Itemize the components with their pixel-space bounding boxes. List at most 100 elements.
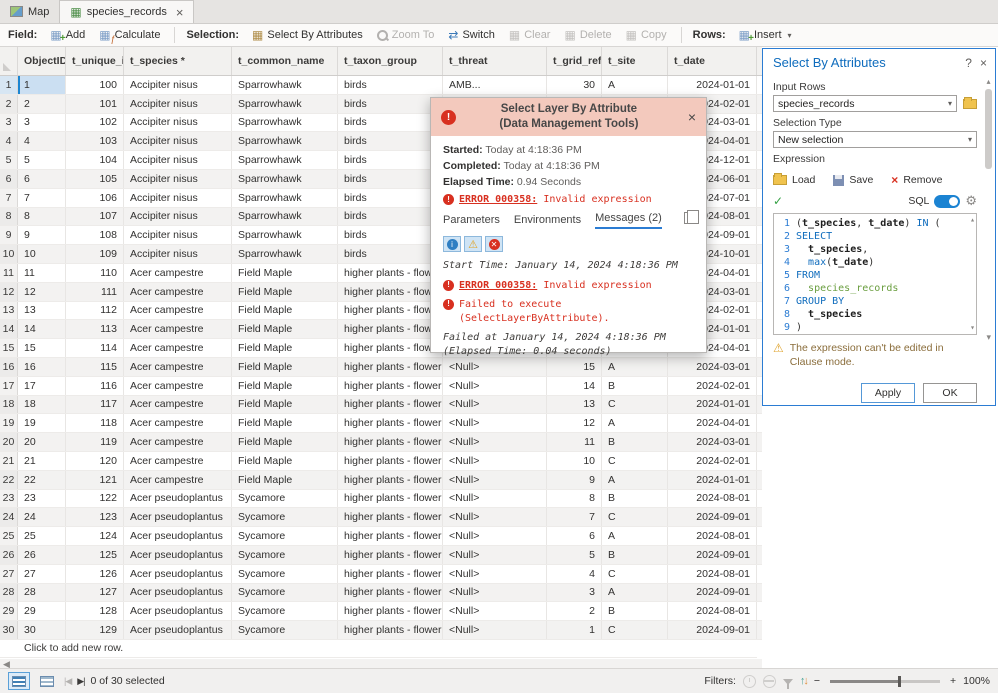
table-cell[interactable]: Acer pseudoplantus xyxy=(124,584,232,602)
table-cell[interactable]: Acer campestre xyxy=(124,339,232,357)
zoom-slider-handle[interactable] xyxy=(898,676,901,687)
table-cell[interactable]: birds xyxy=(338,114,443,132)
table-cell[interactable]: 2024-09-01 xyxy=(668,584,757,602)
table-cell[interactable]: Sparrowhawk xyxy=(232,208,338,226)
table-cell[interactable]: 13 xyxy=(547,396,602,414)
table-cell[interactable]: 121 xyxy=(66,471,124,489)
table-cell[interactable]: 101 xyxy=(66,95,124,113)
table-cell[interactable]: 22 xyxy=(18,471,66,489)
calculate-field-button[interactable]: ▦ Calculate xyxy=(94,27,165,43)
table-cell[interactable]: <Null> xyxy=(443,565,547,583)
table-cell[interactable]: Acer campestre xyxy=(124,358,232,376)
input-rows-combo[interactable]: species_records ▾ xyxy=(773,95,957,112)
scroll-down-icon[interactable]: ▾ xyxy=(970,324,975,332)
ok-button[interactable]: OK xyxy=(923,383,977,403)
table-cell[interactable]: Sparrowhawk xyxy=(232,245,338,263)
table-cell[interactable]: 100 xyxy=(66,76,124,94)
show-all-records-button[interactable] xyxy=(8,672,30,690)
warning-filter-button[interactable]: ⚠ xyxy=(464,236,482,252)
table-cell[interactable]: birds xyxy=(338,245,443,263)
table-cell[interactable]: higher plants - floweri... xyxy=(338,302,443,320)
show-selected-records-button[interactable] xyxy=(36,672,58,690)
table-cell[interactable]: higher plants - floweri... xyxy=(338,320,443,338)
panel-scrollbar[interactable]: ▴ xyxy=(983,77,994,335)
dialog-tab-environments[interactable]: Environments xyxy=(514,214,581,229)
table-cell[interactable]: Sparrowhawk xyxy=(232,170,338,188)
table-cell[interactable]: 122 xyxy=(66,490,124,508)
table-cell[interactable]: higher plants - floweri... xyxy=(338,283,443,301)
table-cell[interactable]: Acer pseudoplantus xyxy=(124,621,232,639)
row-number[interactable]: 15 xyxy=(0,339,18,357)
table-cell[interactable]: birds xyxy=(338,226,443,244)
table-cell[interactable]: 109 xyxy=(66,245,124,263)
remove-expression-button[interactable]: × Remove xyxy=(891,173,942,187)
table-cell[interactable]: higher plants - floweri... xyxy=(338,433,443,451)
table-cell[interactable]: 8 xyxy=(18,208,66,226)
tab-map[interactable]: Map xyxy=(0,0,59,23)
table-cell[interactable]: 103 xyxy=(66,132,124,150)
error-filter-button[interactable]: ✕ xyxy=(485,236,503,252)
table-cell[interactable]: 2024-02-01 xyxy=(668,377,757,395)
row-number[interactable]: 19 xyxy=(0,414,18,432)
table-cell[interactable]: Sycamore xyxy=(232,621,338,639)
table-cell[interactable]: <Null> xyxy=(443,414,547,432)
table-cell[interactable]: Sycamore xyxy=(232,490,338,508)
row-number[interactable]: 6 xyxy=(0,170,18,188)
table-cell[interactable]: <Null> xyxy=(443,433,547,451)
table-cell[interactable]: B xyxy=(602,377,668,395)
table-cell[interactable]: Accipiter nisus xyxy=(124,151,232,169)
table-cell[interactable]: C xyxy=(602,565,668,583)
table-cell[interactable]: Acer campestre xyxy=(124,396,232,414)
sql-expression-editor[interactable]: ▴ ▾ 1(t_species, t_date) IN (2SELECT3 t_… xyxy=(773,213,977,335)
column-header[interactable]: ObjectID * xyxy=(18,47,66,75)
table-cell[interactable]: higher plants - floweri... xyxy=(338,339,443,357)
table-cell[interactable]: birds xyxy=(338,208,443,226)
scroll-up-icon[interactable]: ▴ xyxy=(986,77,990,87)
zoom-out-icon[interactable]: − xyxy=(814,675,820,687)
table-cell[interactable]: 23 xyxy=(18,490,66,508)
table-cell[interactable]: Acer campestre xyxy=(124,264,232,282)
table-cell[interactable]: higher plants - floweri... xyxy=(338,621,443,639)
table-cell[interactable]: Field Maple xyxy=(232,433,338,451)
table-cell[interactable]: 6 xyxy=(547,527,602,545)
row-number[interactable]: 12 xyxy=(0,283,18,301)
table-cell[interactable]: AMB... xyxy=(443,76,547,94)
table-cell[interactable]: 116 xyxy=(66,377,124,395)
table-cell[interactable]: 123 xyxy=(66,508,124,526)
row-number[interactable]: 20 xyxy=(0,433,18,451)
table-cell[interactable]: Field Maple xyxy=(232,358,338,376)
table-cell[interactable]: 2024-02-01 xyxy=(668,452,757,470)
table-cell[interactable]: Acer campestre xyxy=(124,320,232,338)
table-cell[interactable]: 12 xyxy=(547,414,602,432)
table-cell[interactable]: higher plants - floweri... xyxy=(338,527,443,545)
table-cell[interactable]: Acer pseudoplantus xyxy=(124,527,232,545)
table-cell[interactable]: 119 xyxy=(66,433,124,451)
table-cell[interactable]: higher plants - floweri... xyxy=(338,264,443,282)
row-number[interactable]: 4 xyxy=(0,132,18,150)
table-cell[interactable]: Acer pseudoplantus xyxy=(124,546,232,564)
zoom-slider[interactable] xyxy=(830,680,940,683)
table-cell[interactable]: birds xyxy=(338,95,443,113)
row-number[interactable]: 25 xyxy=(0,527,18,545)
table-cell[interactable]: 2024-08-01 xyxy=(668,565,757,583)
row-number[interactable]: 18 xyxy=(0,396,18,414)
row-number[interactable]: 13 xyxy=(0,302,18,320)
table-cell[interactable]: 14 xyxy=(18,320,66,338)
table-cell[interactable]: Accipiter nisus xyxy=(124,189,232,207)
table-cell[interactable]: Acer campestre xyxy=(124,452,232,470)
row-number[interactable]: 28 xyxy=(0,584,18,602)
table-cell[interactable]: 120 xyxy=(66,452,124,470)
table-cell[interactable]: 28 xyxy=(18,584,66,602)
table-cell[interactable]: 19 xyxy=(18,414,66,432)
row-number[interactable]: 9 xyxy=(0,226,18,244)
error-code-link[interactable]: ERROR 000358: xyxy=(459,280,537,291)
table-cell[interactable]: 2024-09-01 xyxy=(668,621,757,639)
table-cell[interactable]: Accipiter nisus xyxy=(124,132,232,150)
table-cell[interactable]: 14 xyxy=(547,377,602,395)
table-cell[interactable]: 111 xyxy=(66,283,124,301)
table-cell[interactable]: <Null> xyxy=(443,396,547,414)
table-cell[interactable]: Sycamore xyxy=(232,602,338,620)
select-all-corner[interactable] xyxy=(0,47,18,75)
row-number[interactable]: 26 xyxy=(0,546,18,564)
table-cell[interactable]: <Null> xyxy=(443,546,547,564)
